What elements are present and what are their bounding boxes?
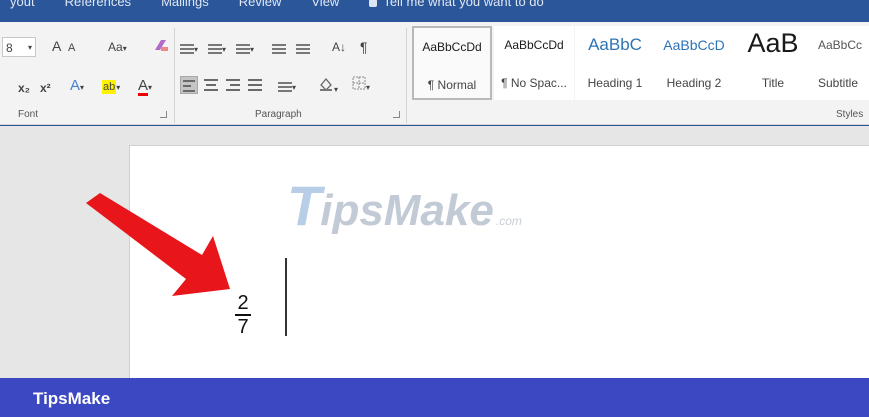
decrease-indent-icon	[272, 43, 286, 54]
align-right-button[interactable]	[224, 76, 242, 94]
numbering-button[interactable]: ▾	[208, 38, 226, 58]
chevron-down-icon: ▾	[292, 83, 297, 92]
fraction-equation[interactable]: 2 7	[234, 292, 252, 338]
shading-button[interactable]: ▾	[318, 76, 338, 96]
text-effects-button[interactable]: A▾	[70, 76, 84, 96]
styles-group-label: Styles	[836, 109, 864, 120]
style-sample: AaBbC	[588, 35, 642, 54]
font-dialog-launcher[interactable]	[160, 111, 167, 118]
align-center-button[interactable]	[202, 76, 220, 94]
group-divider	[174, 28, 175, 123]
chevron-down-icon: ▾	[222, 45, 227, 54]
increase-indent-icon	[296, 43, 310, 54]
ribbon: 8 ▾ A A Aa▾ x₂ x² A▾ ab▾ A▾ Font ▾ ▾ ▾ A…	[0, 22, 869, 125]
tell-me-box[interactable]: Tell me what you want to do	[369, 0, 544, 9]
style-heading-2[interactable]: AaBbCcD Heading 2	[654, 26, 734, 100]
fraction-denominator: 7	[237, 316, 249, 338]
style-sample: AaBbCcDd	[422, 40, 482, 54]
change-case-button[interactable]: Aa▾	[108, 37, 127, 57]
font-size-box[interactable]: 8 ▾	[2, 37, 36, 57]
decrease-indent-button[interactable]	[272, 38, 286, 58]
font-color-icon: A	[138, 77, 149, 96]
sort-button[interactable]: A↓	[332, 37, 346, 57]
style-normal[interactable]: AaBbCcDd ¶ Normal	[412, 26, 492, 100]
document-area: TipsMake .com 2 7	[0, 126, 869, 378]
bullets-button[interactable]: ▾	[180, 38, 198, 58]
style-name: Heading 2	[666, 76, 722, 90]
title-bar: yout References Mailings Review View Tel…	[0, 0, 869, 22]
multilevel-list-button[interactable]: ▾	[236, 38, 254, 58]
tell-me-text: Tell me what you want to do	[383, 0, 544, 9]
tab-view[interactable]: View	[311, 0, 339, 9]
text-effects-icon: A	[70, 77, 81, 94]
chevron-down-icon: ▾	[27, 43, 32, 52]
show-marks-button[interactable]: ¶	[360, 37, 368, 57]
align-left-button[interactable]	[180, 76, 198, 94]
style-name: Subtitle	[818, 76, 859, 90]
shrink-font-button[interactable]: A	[68, 38, 75, 58]
style-sample: AaBbCcD	[663, 37, 725, 53]
style-subtitle[interactable]: AaBbCc Subtitle	[812, 26, 869, 100]
chevron-down-icon: ▾	[80, 83, 85, 92]
tab-mailings[interactable]: Mailings	[161, 0, 209, 9]
style-name: Title	[761, 76, 785, 90]
increase-indent-button[interactable]	[296, 38, 310, 58]
multilevel-list-icon	[236, 43, 250, 54]
bullets-icon	[180, 43, 194, 54]
subscript-button[interactable]: x₂	[18, 78, 30, 98]
chevron-down-icon: ▾	[366, 83, 371, 92]
highlight-icon: ab	[102, 80, 117, 94]
style-sample: AaBbCc	[818, 38, 863, 52]
clear-formatting-icon	[155, 40, 168, 51]
style-name: ¶ No Spac...	[501, 76, 567, 90]
font-size-value: 8	[6, 41, 13, 55]
watermark-logo: TipsMake .com	[287, 173, 522, 238]
chevron-down-icon: ▾	[250, 45, 255, 54]
style-name: Heading 1	[587, 76, 643, 90]
superscript-button[interactable]: x²	[40, 78, 51, 98]
line-spacing-icon	[278, 81, 292, 92]
lightbulb-icon	[369, 0, 378, 7]
style-sample: AaBbCcDd	[504, 38, 564, 52]
line-spacing-button[interactable]: ▾	[278, 76, 296, 96]
change-case-label: Aa	[108, 40, 123, 54]
justify-button[interactable]	[246, 76, 264, 94]
borders-icon	[352, 76, 366, 90]
document-page[interactable]: TipsMake .com 2 7	[129, 145, 869, 378]
style-no-spacing[interactable]: AaBbCcDd ¶ No Spac...	[494, 26, 574, 100]
paragraph-dialog-launcher[interactable]	[393, 111, 400, 118]
clear-formatting-button[interactable]	[152, 36, 170, 56]
chevron-down-icon: ▾	[116, 83, 121, 92]
chevron-down-icon: ▾	[194, 45, 199, 54]
brand-name: TipsMake	[33, 389, 111, 408]
watermark-text: ipsMake	[320, 186, 494, 235]
grow-font-button[interactable]: A	[52, 36, 61, 56]
chevron-down-icon: ▾	[148, 83, 153, 92]
watermark-t: T	[287, 174, 321, 237]
font-group-label: Font	[18, 109, 39, 120]
style-name: ¶ Normal	[427, 78, 477, 92]
style-title[interactable]: AaB Title	[733, 26, 813, 100]
style-heading-1[interactable]: AaBbC Heading 1	[575, 26, 655, 100]
brand-bar: TipsMake	[0, 378, 869, 417]
numbering-icon	[208, 43, 222, 54]
shading-icon	[320, 77, 332, 91]
fraction-numerator: 2	[237, 292, 249, 314]
watermark-suffix: .com	[495, 214, 522, 228]
paragraph-group-label: Paragraph	[255, 109, 302, 120]
tab-layout[interactable]: yout	[10, 0, 35, 9]
chevron-down-icon: ▾	[334, 85, 339, 94]
text-cursor	[285, 258, 287, 336]
tab-references[interactable]: References	[65, 0, 131, 9]
style-sample: AaB	[747, 28, 799, 58]
font-color-button[interactable]: A▾	[138, 76, 152, 96]
chevron-down-icon: ▾	[122, 44, 127, 53]
borders-button[interactable]: ▾	[352, 76, 370, 96]
group-divider	[406, 28, 407, 123]
tab-review[interactable]: Review	[239, 0, 282, 9]
ribbon-tabs: yout References Mailings Review View Tel…	[10, 0, 544, 9]
highlight-button[interactable]: ab▾	[102, 76, 120, 96]
